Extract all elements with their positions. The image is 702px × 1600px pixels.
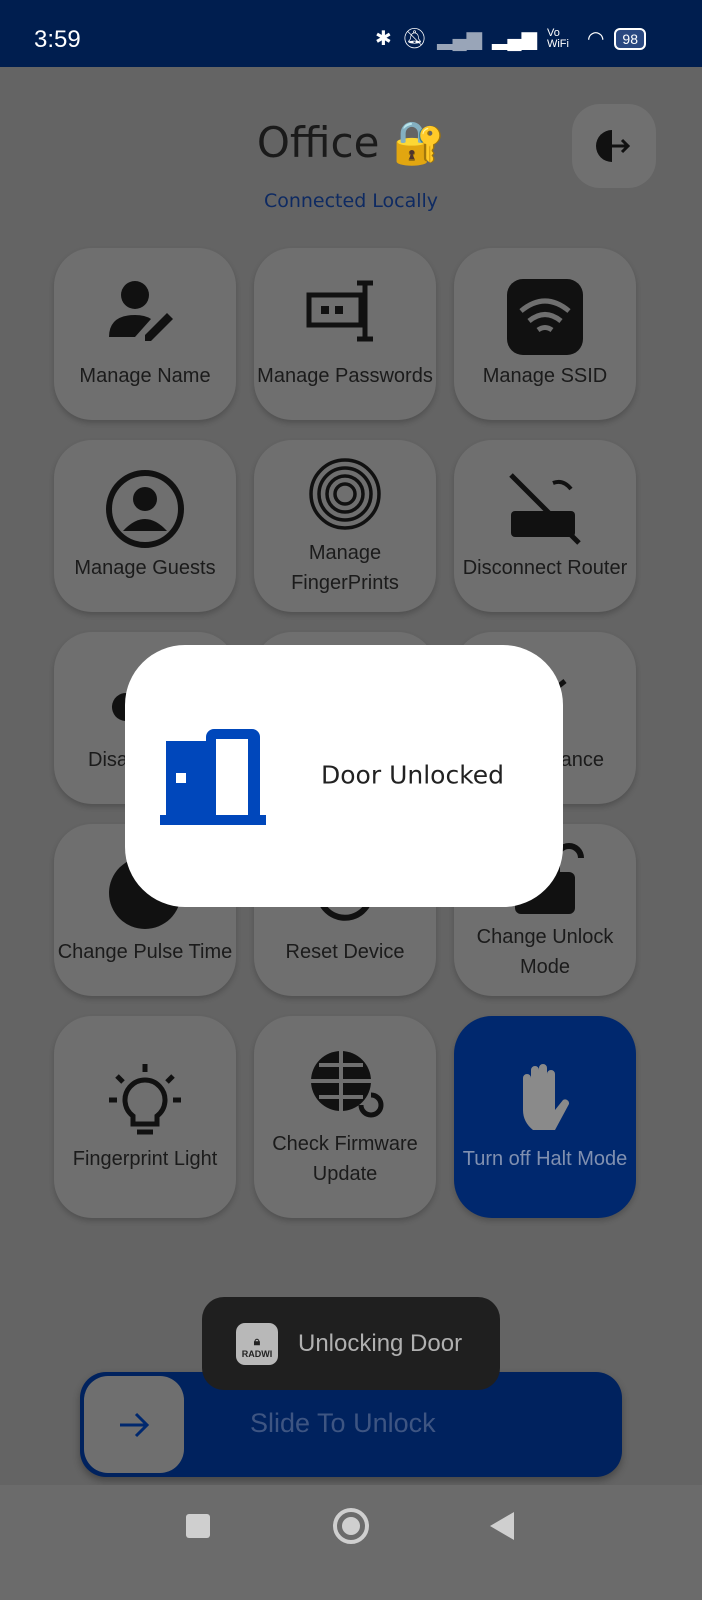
exit-button[interactable]	[572, 104, 656, 188]
lock-icon: 🔒︎	[253, 1333, 261, 1348]
toast: 🔒︎ RADWI Unlocking Door	[202, 1297, 500, 1390]
connection-status: Connected Locally	[263, 190, 439, 212]
title-text: Office	[256, 118, 380, 167]
fingerprint-icon	[309, 458, 381, 530]
tile-label: Manage SSID	[482, 365, 608, 387]
home-button[interactable]	[333, 1508, 369, 1544]
app-name: RADWI	[241, 1348, 273, 1359]
tile-label: Change Unlock Mode	[476, 926, 614, 978]
status-bar: 3:59 ✱ 🔕︎ ▂▄▆ ▂▄▆ Vo WiFi ◠ 98	[0, 0, 702, 67]
tile-manage-passwords[interactable]: Manage Passwords	[254, 248, 436, 420]
tile-manage-guests[interactable]: Manage Guests	[54, 440, 236, 612]
password-field-icon	[306, 280, 373, 342]
tile-label: Fingerprint Light	[72, 1148, 218, 1170]
lightbulb-icon	[109, 1064, 181, 1135]
toast-message: Unlocking Door	[298, 1329, 463, 1357]
signal-icon: ▂▄▆	[437, 28, 483, 50]
tile-disconnect-router[interactable]: Disconnect Router	[454, 440, 636, 612]
tile-turn-off-halt-mode[interactable]: Turn off Halt Mode	[454, 1016, 636, 1218]
hand-icon	[523, 1064, 570, 1130]
vowifi-icon: Vo WiFi	[546, 26, 569, 50]
tile-fingerprint-light[interactable]: Fingerprint Light	[54, 1016, 236, 1218]
wifi-box-icon	[507, 279, 583, 355]
tile-label: Manage Name	[79, 365, 211, 387]
tile-label: Manage Passwords	[257, 365, 433, 387]
tile-label: Reset Device	[285, 941, 405, 963]
globe-refresh-icon	[311, 1051, 384, 1118]
tile-check-firmware-update[interactable]: Check Firmware Update	[254, 1016, 436, 1218]
exit-door-icon	[596, 130, 631, 162]
slider-label: Slide To Unlock	[250, 1408, 436, 1438]
tile-manage-name[interactable]: Manage Name	[54, 248, 236, 420]
user-circle-icon	[106, 470, 184, 548]
tile-label: Disa	[88, 749, 129, 771]
tile-manage-fingerprints[interactable]: Manage FingerPrints	[254, 440, 436, 612]
slider-handle[interactable]	[84, 1376, 184, 1473]
clock: 3:59	[34, 26, 81, 53]
recents-button[interactable]	[186, 1514, 210, 1538]
dialog-message: Door Unlocked	[321, 760, 505, 790]
tile-label: Check Firmware Update	[272, 1133, 418, 1185]
mute-icon: 🔕︎	[401, 28, 428, 50]
tile-label: Manage Guests	[74, 557, 216, 579]
tile-manage-ssid[interactable]: Manage SSID	[454, 248, 636, 420]
arrow-right-icon	[120, 1412, 150, 1437]
tile-label: Manage FingerPrints	[291, 542, 399, 594]
door-unlocked-dialog: Door Unlocked	[125, 645, 563, 907]
door-open-icon	[160, 729, 266, 825]
wifi-icon: ◠	[586, 28, 605, 50]
navigation-bar	[0, 1485, 702, 1600]
back-button[interactable]	[490, 1512, 514, 1540]
battery-icon: 98	[614, 27, 646, 50]
bluetooth-icon: ✱	[374, 28, 392, 50]
user-edit-icon	[109, 281, 173, 341]
tile-label: ance	[560, 749, 604, 771]
tile-label: Turn off Halt Mode	[462, 1148, 628, 1170]
tile-label: Change Pulse Time	[57, 941, 233, 963]
router-off-icon	[509, 473, 581, 545]
lock-key-icon: 🔐	[392, 118, 446, 167]
tile-label: Disconnect Router	[462, 557, 628, 579]
signal-icon: ▂▄▆	[492, 28, 537, 50]
app-icon: 🔒︎ RADWI	[236, 1322, 278, 1365]
